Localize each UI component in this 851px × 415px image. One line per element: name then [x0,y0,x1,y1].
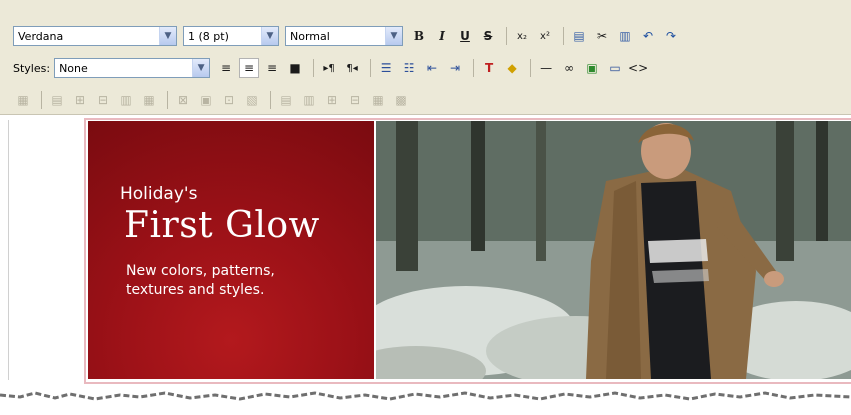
styles-select[interactable]: None ▼ [54,58,211,78]
chevron-down-icon[interactable]: ▼ [385,27,402,45]
outdent-icon[interactable]: ⇤ [422,58,442,78]
toolbar-separator [41,91,42,109]
strikethrough-icon[interactable]: S [478,26,498,46]
insert-column-left-icon[interactable]: ▥ [116,90,136,110]
torn-paper-edge [0,391,851,415]
bold-icon[interactable]: B [409,26,429,46]
photo-illustration [376,121,851,379]
horizontal-rule-icon[interactable]: — [536,58,556,78]
toolbar-separator [167,91,168,109]
indent-icon[interactable]: ⇥ [445,58,465,78]
insert-cell-icon[interactable]: ▤ [276,90,296,110]
delete-row-icon[interactable]: ⊟ [93,90,113,110]
underline-icon[interactable]: U [455,26,475,46]
toolbar-separator [530,59,532,77]
toolbar-separator [370,59,372,77]
paste-icon[interactable]: ▤ [569,26,589,46]
table-icon[interactable]: ▭ [605,58,625,78]
banner-photo [376,121,851,379]
table-grid-icon[interactable]: ▦ [368,90,388,110]
banner-title: First Glow [124,205,320,246]
format-value: Normal [290,29,330,43]
align-left-icon[interactable]: ≡ [216,58,236,78]
insert-row-below-icon[interactable]: ⊞ [70,90,90,110]
toolbar-row-1: Verdana ▼ 1 (8 pt) ▼ Normal ▼ B I U S x₂… [13,23,684,49]
undo-icon[interactable]: ↶ [638,26,658,46]
banner-subtitle: New colors, patterns, textures and style… [126,262,356,300]
content-left-border [8,120,9,380]
table-borders-icon[interactable]: ▩ [391,90,411,110]
numbered-list-icon[interactable]: ☰ [376,58,396,78]
bulleted-list-icon[interactable]: ☷ [399,58,419,78]
chevron-down-icon[interactable]: ▼ [159,27,176,45]
font-size-value: 1 (8 pt) [188,29,229,43]
paste-special-icon[interactable]: ▥ [615,26,635,46]
toolbar-separator [313,59,315,77]
superscript-icon[interactable]: x² [535,26,555,46]
cell-properties-icon[interactable]: ▣ [196,90,216,110]
styles-label: Styles: [13,61,51,75]
subscript-icon[interactable]: x₂ [512,26,532,46]
toolbar-row-3: ▦ ▤ ⊞ ⊟ ▥ ▦ ⊠ ▣ ⊡ ▧ ▤ ▥ ⊞ ⊟ ▦ ▩ [13,87,414,113]
redo-icon[interactable]: ↷ [661,26,681,46]
styles-value: None [59,61,88,75]
cut-icon[interactable]: ✂ [592,26,612,46]
merge-right-icon[interactable]: ⊞ [322,90,342,110]
source-code-icon[interactable]: <> [628,58,648,78]
editor-toolbar: Verdana ▼ 1 (8 pt) ▼ Normal ▼ B I U S x₂… [0,0,851,115]
toolbar-separator [473,59,475,77]
image-icon[interactable]: ▣ [582,58,602,78]
toolbar-row-2: Styles: None ▼ ≡ ≡ ≡ ■ ▸¶ ¶◂ ☰ ☷ ⇤ ⇥ T ◆… [13,55,651,81]
italic-icon[interactable]: I [432,26,452,46]
font-size-select[interactable]: 1 (8 pt) ▼ [183,26,279,46]
toolbar-separator [563,27,564,45]
highlight-color-icon[interactable]: ◆ [502,58,522,78]
align-right-icon[interactable]: ≡ [262,58,282,78]
banner-red-panel [88,121,374,379]
toolbar-separator [270,91,271,109]
delete-column-icon[interactable]: ⊠ [173,90,193,110]
insert-column-right-icon[interactable]: ▦ [139,90,159,110]
justify-icon[interactable]: ■ [285,58,305,78]
chevron-down-icon[interactable]: ▼ [192,59,210,77]
insert-row-above-icon[interactable]: ▤ [47,90,67,110]
link-icon[interactable]: ∞ [559,58,579,78]
ltr-icon[interactable]: ▸¶ [319,58,339,78]
font-family-select[interactable]: Verdana ▼ [13,26,177,46]
format-select[interactable]: Normal ▼ [285,26,403,46]
merge-cells-icon[interactable]: ⊡ [219,90,239,110]
chevron-down-icon[interactable]: ▼ [261,27,278,45]
font-family-value: Verdana [18,29,64,43]
split-cells-icon[interactable]: ▧ [242,90,262,110]
banner-kicker: Holiday's [120,184,198,204]
delete-cell-icon[interactable]: ▥ [299,90,319,110]
toolbar-separator [506,27,507,45]
merge-down-icon[interactable]: ⊟ [345,90,365,110]
toolbar-frame: Verdana ▼ 1 (8 pt) ▼ Normal ▼ B I U S x₂… [5,5,845,110]
banner-subtitle-line-1: New colors, patterns, [126,263,275,279]
align-center-icon[interactable]: ≡ [239,58,260,78]
banner-subtitle-line-2: textures and styles. [126,282,265,298]
text-color-icon[interactable]: T [479,58,499,78]
table-properties-icon[interactable]: ▦ [13,90,33,110]
rtl-icon[interactable]: ¶◂ [342,58,362,78]
